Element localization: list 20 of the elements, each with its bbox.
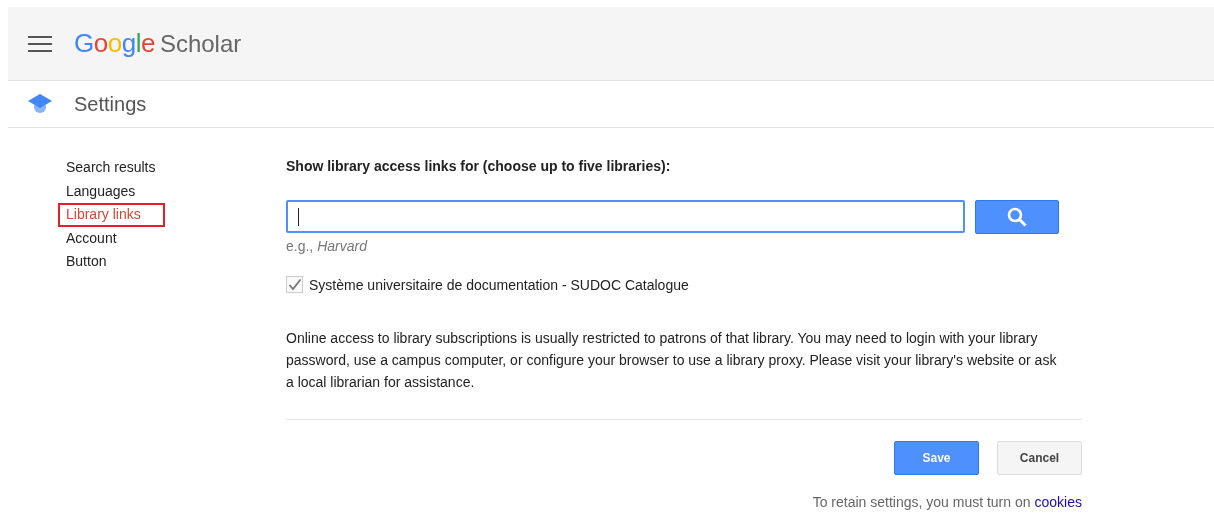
menu-icon[interactable] — [28, 35, 52, 52]
cookies-link[interactable]: cookies — [1034, 494, 1082, 510]
sidebar-link[interactable]: Search results — [58, 156, 180, 180]
sidebar-link[interactable]: Account — [58, 226, 141, 250]
checkbox[interactable] — [286, 276, 303, 293]
sidebar-link[interactable]: Languages — [58, 179, 160, 203]
page-title: Settings — [74, 92, 147, 116]
cancel-button[interactable]: Cancel — [997, 441, 1082, 475]
library-name: Système universitaire de documentation - SUDOC Catalogue — [309, 276, 689, 293]
search-hint: e.g., Harvard — [286, 238, 369, 254]
graduation-cap-icon — [28, 93, 52, 115]
section-heading: Show library access links for (choose up to five libraries): — [286, 158, 672, 174]
search-button[interactable] — [975, 200, 1059, 234]
scholar-logo[interactable]: Google Scholar — [74, 28, 242, 59]
library-search-field[interactable] — [286, 200, 965, 233]
cookie-notice: To retain settings, you must turn on — [812, 494, 1031, 510]
sidebar-link[interactable]: Button — [58, 250, 131, 274]
search-icon — [1007, 207, 1027, 227]
sidebar-link[interactable]: Library links — [58, 203, 165, 227]
access-note: Online access to library subscriptions is usually restricted to patrons of that library. You may need to login with your library password, use a campus computer, or configure your browser to use a library proxy. Please visit your library's website or ask a local librarian for assistance. — [286, 329, 1058, 392]
